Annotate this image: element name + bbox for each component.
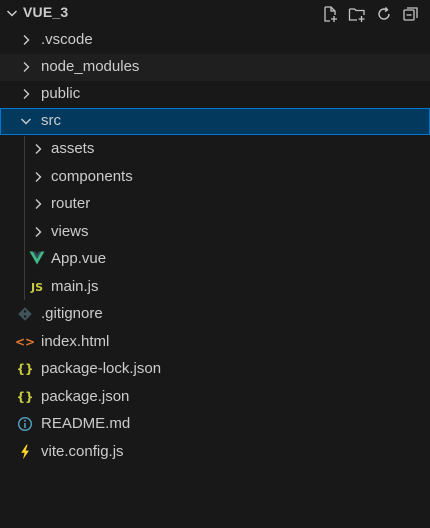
tree-item-index-html[interactable]: <> index.html	[0, 329, 430, 356]
tree-item-label: package.json	[41, 388, 130, 405]
tree-item-components[interactable]: components	[0, 164, 430, 191]
tree-item-label: public	[41, 85, 81, 102]
new-folder-button[interactable]	[346, 3, 368, 25]
chevron-down-icon	[21, 118, 31, 125]
tree-item-label: index.html	[41, 333, 110, 350]
tree-item-label: .gitignore	[41, 305, 103, 322]
chevron-right-icon	[23, 35, 30, 45]
new-file-icon	[324, 6, 337, 22]
js-icon: JS	[30, 280, 43, 294]
tree-item-package-lock-json[interactable]: {} package-lock.json	[0, 356, 430, 383]
tree-item-vscode[interactable]: .vscode	[0, 27, 430, 54]
tree-item-label: App.vue	[51, 250, 107, 267]
tree-item-label: .vscode	[41, 31, 93, 48]
refresh-button[interactable]	[373, 3, 395, 25]
vite-icon	[21, 444, 29, 460]
git-icon	[18, 307, 32, 321]
tree-item-app-vue[interactable]: App.vue	[0, 246, 430, 273]
tree-item-label: components	[51, 168, 133, 185]
tree-item-label: assets	[51, 140, 95, 157]
tree-item-public[interactable]: public	[0, 81, 430, 108]
chevron-right-icon	[35, 144, 42, 154]
tree-item-label: README.md	[41, 415, 131, 432]
tree-item-label: package-lock.json	[41, 360, 162, 377]
json-icon: {}	[16, 362, 34, 376]
chevron-right-icon	[35, 172, 42, 182]
html-icon: <>	[14, 335, 36, 349]
explorer-header[interactable]: VUE_3	[0, 0, 430, 27]
project-title: VUE_3	[23, 4, 69, 20]
tree-item-vite-config-js[interactable]: vite.config.js	[0, 439, 430, 466]
collapse-all-icon	[403, 7, 418, 21]
tree-item-label: src	[41, 112, 61, 129]
tree-item-package-json[interactable]: {} package.json	[0, 384, 430, 411]
chevron-right-icon	[35, 199, 42, 209]
json-icon: {}	[16, 390, 34, 404]
chevron-right-icon	[23, 62, 30, 72]
tree-item-label: vite.config.js	[41, 443, 124, 460]
vue-icon	[29, 251, 45, 265]
tree-item-label: router	[51, 195, 91, 212]
tree-item-readme-md[interactable]: README.md	[0, 411, 430, 438]
tree-item-assets[interactable]: assets	[0, 136, 430, 163]
tree-item-label: views	[51, 223, 89, 240]
chevron-right-icon	[35, 227, 42, 237]
refresh-icon	[378, 7, 390, 20]
tree-item-main-js[interactable]: JS main.js	[0, 274, 430, 301]
tree-item-label: node_modules	[41, 58, 140, 75]
tree-item-gitignore[interactable]: .gitignore	[0, 301, 430, 328]
tree-item-src[interactable]: src	[0, 108, 430, 135]
tree-item-router[interactable]: router	[0, 191, 430, 218]
new-folder-icon	[348, 8, 365, 22]
chevron-right-icon	[23, 89, 30, 99]
chevron-down-icon[interactable]	[4, 5, 20, 21]
info-icon	[17, 416, 33, 432]
tree-item-node-modules[interactable]: node_modules	[0, 54, 430, 81]
collapse-all-button[interactable]	[400, 3, 422, 25]
tree-item-views[interactable]: views	[0, 219, 430, 246]
tree-item-label: main.js	[51, 278, 99, 295]
explorer-actions	[319, 3, 422, 25]
new-file-button[interactable]	[319, 3, 341, 25]
